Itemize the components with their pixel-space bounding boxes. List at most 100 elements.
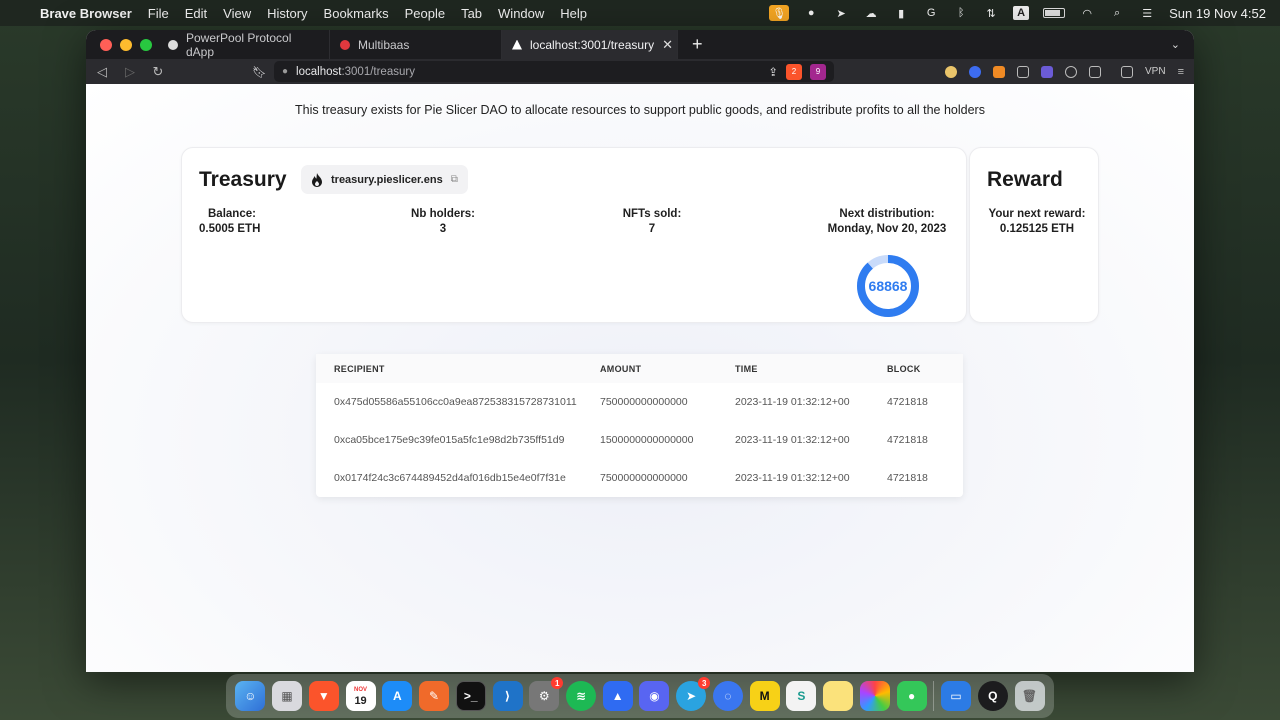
app-store-icon[interactable]: A — [382, 681, 413, 711]
countdown-donut: 68868 — [857, 255, 919, 317]
app-name-menu[interactable]: Brave Browser — [40, 6, 132, 21]
reward-label: Your next reward: — [988, 208, 1086, 220]
terminal-icon[interactable]: >_ — [455, 681, 486, 711]
table-row: 0xca05bce175e9c39fe015a5fc1e98d2b735ff51… — [316, 421, 963, 459]
sidebar-icon[interactable] — [1089, 65, 1102, 78]
back-button[interactable]: ◁ — [90, 64, 114, 80]
holders-value: 3 — [439, 223, 447, 235]
bookmark-icon[interactable]: 🔖︎ — [252, 65, 267, 79]
chevron-down-icon[interactable]: ⌄ — [1171, 38, 1180, 51]
menu-window[interactable]: Window — [498, 6, 544, 21]
copy-icon[interactable]: ⧉ — [451, 174, 458, 185]
share-icon[interactable]: ⇪ — [768, 65, 778, 79]
header-amount: AMOUNT — [600, 363, 642, 374]
menu-people[interactable]: People — [405, 6, 445, 21]
extension-yellow-icon[interactable] — [945, 65, 958, 78]
record-icon[interactable]: ● — [803, 6, 819, 20]
menu-view[interactable]: View — [223, 6, 251, 21]
clock[interactable]: Sun 19 Nov 4:52 — [1169, 6, 1266, 21]
new-tab-button[interactable]: + — [692, 34, 703, 55]
menu-file[interactable]: File — [148, 6, 169, 21]
discord-icon[interactable]: ◉ — [639, 681, 670, 711]
tab-bar: PowerPool Protocol dApp Multibaas localh… — [86, 30, 1194, 59]
extension-blue-icon[interactable] — [969, 65, 982, 78]
messages-icon[interactable]: ● — [896, 681, 927, 711]
wifi-icon[interactable]: ◠ — [1079, 6, 1095, 20]
calendar-icon[interactable]: NOV 19 — [345, 681, 376, 711]
menu-history[interactable]: History — [267, 6, 307, 21]
keynote-icon[interactable]: ▭ — [941, 681, 972, 711]
microphone-icon[interactable]: 🎙 — [769, 5, 790, 21]
brave-icon[interactable]: ▼ — [308, 681, 339, 711]
menu-tab[interactable]: Tab — [461, 6, 482, 21]
table-header: RECIPIENT AMOUNT TIME BLOCK — [316, 354, 963, 383]
menu-help[interactable]: Help — [560, 6, 587, 21]
tab-title: localhost:3001/treasury — [530, 37, 655, 52]
brave-rewards-icon[interactable]: 9 — [810, 63, 826, 80]
tab-treasury[interactable]: localhost:3001/treasury ✕ — [502, 30, 678, 59]
spotify-icon[interactable]: ≋ — [565, 681, 596, 711]
extension-purple-icon[interactable] — [1041, 65, 1054, 78]
table-row: 0x475d05586a55106cc0a9ea8725383157287310… — [316, 383, 963, 421]
reload-button[interactable]: ↻ — [146, 64, 170, 80]
airplay-icon[interactable]: ⇅ — [983, 6, 999, 20]
vscode-icon[interactable]: ⟩ — [492, 681, 523, 711]
control-center-icon[interactable]: ☰ — [1139, 6, 1155, 20]
bluetooth-icon[interactable]: ᛒ — [953, 6, 969, 20]
wallet-icon[interactable] — [1121, 65, 1134, 78]
cloud-icon[interactable]: ☁ — [863, 6, 879, 20]
photos-icon[interactable] — [859, 681, 890, 711]
send-icon[interactable]: ➤ — [833, 6, 849, 20]
tab-multibaas[interactable]: Multibaas — [330, 30, 502, 59]
vpn-button[interactable]: VPN — [1145, 66, 1166, 77]
countdown-text: 68868 — [869, 278, 908, 294]
pencil-app-icon[interactable]: ✎ — [419, 681, 450, 711]
url-actions: ⇪ 2 9 — [768, 63, 826, 80]
status-area: 🎙 ● ➤ ☁ ▮ G ᛒ ⇅ A ◠ ⌕ ☰ Sun 19 Nov 4:52 — [769, 5, 1280, 21]
close-window-button[interactable] — [100, 38, 112, 51]
menu-bookmarks[interactable]: Bookmarks — [324, 6, 389, 21]
battery-icon[interactable] — [1043, 8, 1066, 18]
cell-block: 4721818 — [887, 396, 928, 408]
zoom-window-button[interactable] — [140, 38, 152, 51]
battery-status-icon[interactable]: ▮ — [893, 6, 909, 20]
search-icon[interactable]: ⌕ — [1109, 6, 1125, 20]
url-host: localhost — [296, 65, 342, 78]
launchpad-icon[interactable]: ▦ — [272, 681, 303, 711]
minimize-window-button[interactable] — [120, 38, 132, 51]
address-bar[interactable]: 🔖︎ ● localhost:3001/treasury ⇪ 2 9 — [252, 61, 834, 82]
next-distribution-stat: Next distribution: Monday, Nov 20, 2023 — [822, 207, 952, 237]
tab-powerpool[interactable]: PowerPool Protocol dApp — [158, 30, 330, 59]
header-block: BLOCK — [887, 363, 921, 374]
telegram-icon[interactable]: ➤ 3 — [676, 677, 711, 711]
cell-time: 2023-11-19 01:32:12+00 — [735, 396, 850, 408]
notes-icon[interactable] — [823, 681, 854, 711]
dock: ☺ ▦ ▼ NOV 19 A ✎ >_ ⟩ ⚙ 1 ≋ ▲ ◉ ➤ 3 ◌ M S … — [226, 674, 1054, 718]
page-content: This treasury exists for Pie Slicer DAO … — [86, 84, 1194, 672]
grammarly-icon[interactable]: G — [923, 6, 939, 20]
cell-amount: 1500000000000000 — [600, 434, 694, 446]
quicktime-icon[interactable]: Q — [977, 681, 1008, 711]
finder-icon[interactable]: ☺ — [235, 681, 266, 711]
ens-chip[interactable]: treasury.pieslicer.ens ⧉ — [301, 165, 468, 194]
miro-icon[interactable]: M — [749, 681, 780, 711]
input-source-icon[interactable]: A — [1013, 6, 1030, 20]
cell-block: 4721818 — [887, 434, 928, 446]
menu-hamburger-icon[interactable]: ≡ — [1178, 66, 1184, 78]
menu-edit[interactable]: Edit — [185, 6, 207, 21]
brave-shields-icon[interactable]: 2 — [786, 63, 802, 80]
site-info-icon[interactable]: ● — [282, 66, 288, 77]
reader-icon[interactable] — [1017, 65, 1030, 78]
system-settings-icon[interactable]: ⚙ 1 — [529, 677, 564, 711]
puzzle-icon[interactable] — [1065, 65, 1078, 78]
tab-title: PowerPool Protocol dApp — [186, 30, 292, 59]
cell-time: 2023-11-19 01:32:12+00 — [735, 434, 850, 446]
surfshark-icon[interactable]: S — [786, 681, 817, 711]
signal-icon[interactable]: ◌ — [712, 681, 743, 711]
forward-button[interactable]: ▷ — [118, 64, 142, 80]
arc-app-icon[interactable]: ▲ — [602, 681, 633, 711]
browser-window: PowerPool Protocol dApp Multibaas localh… — [86, 30, 1194, 672]
close-tab-icon[interactable]: ✕ — [662, 37, 673, 53]
metamask-icon[interactable] — [993, 65, 1006, 78]
trash-icon[interactable]: 🗑︎ — [1014, 681, 1045, 711]
